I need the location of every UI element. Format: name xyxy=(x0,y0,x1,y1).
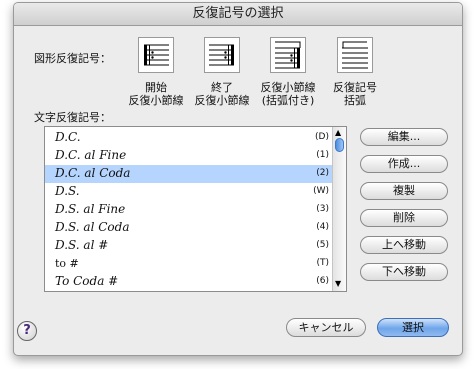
repeat-bracket-caption: 反復記号 括弧 xyxy=(333,81,377,107)
move-down-button[interactable]: 下へ移動 xyxy=(360,263,448,281)
text-repeats-label: 文字反復記号： xyxy=(34,111,111,124)
list-item-name: D.S. xyxy=(55,184,80,198)
list-item-name: D.S. al Coda xyxy=(55,220,130,234)
scroll-down-arrow-icon[interactable]: ▼ xyxy=(335,279,341,288)
list-item-shortcut: (3) xyxy=(316,204,329,214)
end-repeat-barline-button[interactable] xyxy=(204,37,240,73)
list-item-selected[interactable]: D.C. al Coda (2) xyxy=(45,165,333,183)
bracketed-repeat-barline-icon xyxy=(275,41,301,69)
list-item[interactable]: D.S. (W) xyxy=(45,183,333,201)
end-repeat-caption: 終了 反復小節線 xyxy=(194,81,250,107)
list-item[interactable]: D.C. (D) xyxy=(45,129,333,147)
repeat-selection-dialog: 反復記号の選択 図形反復記号： 開始 反復小節線 終了 反復小節線 反復小節線 … xyxy=(13,2,463,356)
list-item-shortcut: (4) xyxy=(316,222,329,232)
cancel-button[interactable]: キャンセル xyxy=(286,318,366,337)
list-scrollbar[interactable]: ▲ ▼ xyxy=(332,127,346,291)
list-item[interactable]: D.S. al Fine (3) xyxy=(45,201,333,219)
list-item[interactable]: D.S. al # (5) xyxy=(45,237,333,255)
scroll-thumb[interactable] xyxy=(335,138,344,152)
text-repeat-list[interactable]: D.C. (D) D.C. al Fine (1) D.C. al Coda (… xyxy=(44,126,347,292)
list-item-shortcut: (6) xyxy=(316,276,329,286)
list-item[interactable]: D.C. al Fine (1) xyxy=(45,147,333,165)
list-item-shortcut: (D) xyxy=(315,132,329,142)
create-button[interactable]: 作成... xyxy=(360,155,448,173)
start-repeat-barline-icon xyxy=(144,44,169,66)
graphic-repeats-label: 図形反復記号： xyxy=(34,52,111,65)
help-button[interactable]: ? xyxy=(17,321,37,341)
start-repeat-barline-button[interactable] xyxy=(138,37,174,73)
list-item-shortcut: (5) xyxy=(316,240,329,250)
end-repeat-barline-icon xyxy=(209,44,234,66)
repeat-bracket-button[interactable] xyxy=(337,37,373,73)
scroll-up-arrow-icon[interactable]: ▲ xyxy=(335,128,341,137)
duplicate-button[interactable]: 複製 xyxy=(360,182,448,200)
move-up-button[interactable]: 上へ移動 xyxy=(360,236,448,254)
list-item-name: D.S. al Fine xyxy=(55,202,126,216)
list-item-name: D.C. al Coda xyxy=(55,166,131,180)
list-item[interactable]: To Coda # (6) xyxy=(45,273,333,291)
list-item-shortcut: (1) xyxy=(316,150,329,160)
repeat-bracket-icon xyxy=(342,41,368,69)
list-item-name: D.C. xyxy=(55,130,81,144)
list-item-shortcut: (T) xyxy=(316,258,329,268)
bracketed-repeat-caption: 反復小節線 (括弧付き) xyxy=(260,81,316,107)
start-repeat-caption: 開始 反復小節線 xyxy=(128,81,184,107)
list-item-name: D.C. al Fine xyxy=(55,148,127,162)
list-item-name: to # xyxy=(55,257,79,270)
list-item-name: To Coda # xyxy=(55,274,119,288)
select-button[interactable]: 選択 xyxy=(377,318,449,337)
dialog-title: 反復記号の選択 xyxy=(14,3,462,26)
list-item[interactable]: to # (T) xyxy=(45,255,333,273)
list-item-shortcut: (2) xyxy=(316,168,329,178)
edit-button[interactable]: 編集... xyxy=(360,128,448,146)
delete-button[interactable]: 削除 xyxy=(360,209,448,227)
list-item-name: D.S. al # xyxy=(55,238,109,252)
bracketed-repeat-barline-button[interactable] xyxy=(270,37,306,73)
list-item-shortcut: (W) xyxy=(313,186,329,196)
list-item[interactable]: D.S. al Coda (4) xyxy=(45,219,333,237)
